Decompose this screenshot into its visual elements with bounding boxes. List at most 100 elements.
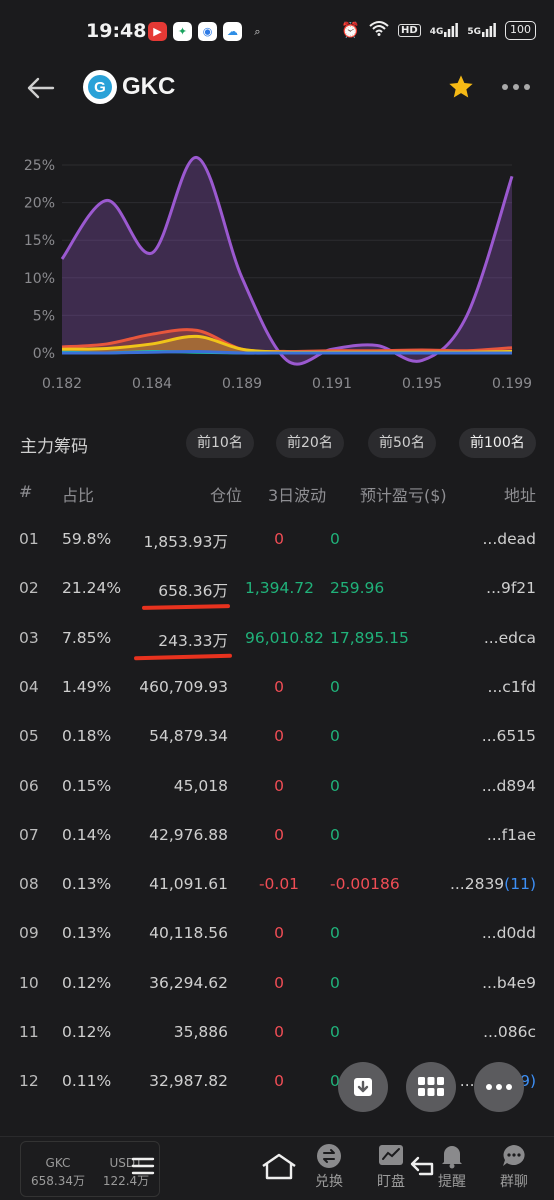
row-3day-change: 0 (274, 973, 284, 992)
star-icon[interactable] (444, 70, 478, 104)
token-logo: G (83, 70, 117, 104)
row-index: 04 (19, 677, 39, 696)
video-app-icon: ▶ (148, 22, 167, 41)
chat-icon (484, 1141, 544, 1171)
col-3day-change: 3日波动 (268, 486, 327, 505)
holding-token: GKC 658.34万 (31, 1156, 85, 1188)
row-index: 03 (19, 628, 39, 647)
x-tick-label: 0.182 (42, 376, 82, 392)
table-row[interactable]: 02 21.24% 658.36万 1,394.72 259.96 ...9f21 (0, 565, 554, 614)
back-nav-icon[interactable] (398, 1146, 448, 1186)
table-row[interactable]: 04 1.49% 460,709.93 0 0 ...c1fd (0, 664, 554, 713)
row-est-pnl: -0.00186 (330, 875, 400, 894)
row-address[interactable]: ...edca (484, 629, 536, 647)
table-row[interactable]: 120.11%32,987.8200...6603(9) (0, 1058, 554, 1107)
table-row[interactable]: 10 0.12% 36,294.62 0 0 ...b4e9 (0, 960, 554, 1009)
browser-app-icon: ◉ (198, 22, 217, 41)
row-3day-change: 1,394.72 (245, 579, 315, 598)
download-icon[interactable] (338, 1062, 388, 1112)
chart-svg: 25% 20% 15% 10% 5% 0% 0.182 0.184 0.189 0.191 0.19… (24, 156, 532, 392)
row-position: 45,018 (173, 776, 228, 795)
row-index: 09 (19, 924, 39, 943)
row-est-pnl: 0 (330, 727, 340, 746)
row-address[interactable]: ...9f21 (486, 579, 536, 597)
row-3day-change: 0 (274, 677, 284, 696)
row-address[interactable]: ...dead (483, 530, 537, 548)
row-address[interactable]: ...d0dd (482, 924, 536, 942)
row-3day-change: 0 (274, 727, 284, 746)
row-index: 07 (19, 825, 39, 844)
row-index: 02 (19, 579, 39, 598)
address-count: (11) (504, 875, 536, 894)
mobile-app-icon: ✦ (173, 22, 192, 41)
table-header: # 占比 仓位 3日波动 预计盈亏($) 地址 (0, 478, 554, 506)
row-address[interactable]: ...d894 (482, 777, 536, 795)
table-row[interactable]: 08 0.13% 41,091.61 -0.01 -0.00186 ...2839(11) (0, 861, 554, 910)
series-area (62, 157, 512, 365)
col-address: 地址 (503, 486, 536, 505)
row-percent: 0.13% (62, 924, 112, 943)
table-row[interactable]: 07 0.14% 42,976.88 0 0 ...f1ae (0, 812, 554, 861)
row-3day-change: 0 (274, 776, 284, 795)
y-tick-label: 5% (33, 308, 55, 324)
row-position: 1,853.93万 (143, 533, 228, 551)
more-dots-icon[interactable] (496, 70, 536, 104)
row-percent: 7.85% (62, 628, 112, 647)
row-percent: 0.13% (62, 875, 112, 894)
row-address[interactable]: ...f1ae (487, 826, 536, 844)
row-est-pnl: 0 (330, 1023, 340, 1041)
col-position: 仓位 (209, 486, 242, 505)
row-est-pnl: 259.96 (330, 579, 385, 598)
token-name: GKC (122, 73, 176, 100)
table-row[interactable]: 09 0.13% 40,118.56 0 0 ...d0dd (0, 910, 554, 959)
filter-top-20[interactable]: 前20名 (276, 428, 344, 458)
holder-distribution-chart: 25% 20% 15% 10% 5% 0% 0.182 0.184 0.189 0.191 0.19… (0, 140, 554, 400)
nav-swap[interactable]: 兑换 (299, 1141, 359, 1197)
table-row[interactable]: 01 59.8% 1,853.93万 0 0 ...dead (0, 516, 554, 565)
row-index: 08 (19, 875, 39, 894)
row-address[interactable]: ...b4e9 (482, 974, 536, 992)
row-index: 11 (19, 1023, 39, 1041)
table-row[interactable]: 03 7.85% 243.33万 96,010.82 17,895.15 ...edca (0, 615, 554, 664)
x-tick-label: 0.189 (222, 376, 262, 392)
x-tick-label: 0.199 (492, 376, 532, 392)
row-address[interactable]: ...c1fd (488, 678, 536, 696)
filter-top-100[interactable]: 前100名 (459, 428, 536, 458)
nav-chat[interactable]: 群聊 (484, 1141, 544, 1197)
filter-top-10[interactable]: 前10名 (186, 428, 254, 458)
filter-top-50[interactable]: 前50名 (368, 428, 436, 458)
row-est-pnl: 0 (330, 924, 340, 943)
menu-icon[interactable] (118, 1146, 168, 1186)
row-percent: 0.18% (62, 727, 112, 746)
row-address[interactable]: ...6515 (482, 727, 536, 745)
row-3day-change: 0 (274, 1023, 284, 1041)
row-est-pnl: 0 (330, 776, 340, 795)
row-3day-change: 0 (274, 924, 284, 943)
row-position: 243.33万 (158, 631, 228, 650)
row-3day-change: 96,010.82 (245, 628, 324, 647)
table-row[interactable]: 06 0.15% 45,018 0 0 ...d894 (0, 763, 554, 812)
grid-icon[interactable] (406, 1062, 456, 1112)
token-header: G GKC (0, 64, 554, 112)
row-percent: 0.11% (62, 1072, 112, 1091)
table-row[interactable]: 05 0.18% 54,879.34 0 0 ...6515 (0, 713, 554, 762)
table-row[interactable]: 11 0.12% 35,886 0 0 ...086c (0, 1009, 554, 1058)
swap-icon (299, 1141, 359, 1171)
arrow-left-icon[interactable] (20, 70, 60, 106)
row-percent: 21.24% (62, 579, 122, 598)
y-tick-label: 10% (24, 271, 55, 287)
row-index: 12 (19, 1072, 39, 1091)
row-index: 10 (19, 973, 39, 992)
home-icon[interactable] (254, 1146, 304, 1186)
row-position: 42,976.88 (149, 825, 228, 844)
row-address[interactable]: ...2839(11) (450, 875, 536, 893)
row-address[interactable]: ...086c (483, 1023, 536, 1041)
more-dots-icon[interactable] (474, 1062, 524, 1112)
y-tick-label: 0% (33, 346, 55, 362)
row-position: 460,709.93 (139, 677, 228, 696)
row-percent: 0.15% (62, 776, 112, 795)
row-position: 36,294.62 (149, 973, 228, 992)
x-tick-label: 0.184 (132, 376, 172, 392)
hd-badge: HD (398, 23, 421, 37)
row-3day-change: 0 (274, 530, 284, 548)
